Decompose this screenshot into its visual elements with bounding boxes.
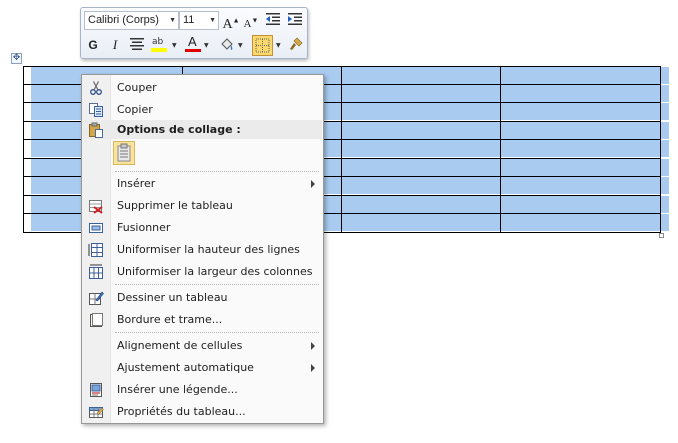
menu-item-label: Fusionner <box>117 221 171 234</box>
menu-item-insert-caption[interactable]: Insérer une légende... <box>84 379 321 400</box>
shrink-font-button[interactable]: A▼ <box>242 11 260 30</box>
font-color-button[interactable]: A <box>184 34 202 54</box>
menu-item-label: Insérer une légende... <box>117 383 238 396</box>
submenu-arrow-icon <box>311 342 315 350</box>
menu-item-label: Supprimer le tableau <box>117 199 233 212</box>
menu-item-label: Ajustement automatique <box>117 361 254 374</box>
increase-indent-button[interactable] <box>286 11 304 29</box>
menu-item-merge[interactable]: Fusionner <box>84 217 321 238</box>
highlight-button[interactable]: ab <box>150 36 168 54</box>
shading-icon <box>221 38 233 50</box>
copy-icon <box>88 102 104 118</box>
end-of-row-markers <box>661 66 669 233</box>
menu-item-insert[interactable]: Insérer <box>84 173 321 194</box>
table-move-handle-icon[interactable]: ✥ <box>11 53 22 64</box>
distribute-columns-icon <box>88 264 104 280</box>
scissors-icon <box>88 80 104 96</box>
grow-font-button[interactable]: A▲ <box>222 11 240 32</box>
menu-item-label: Propriétés du tableau... <box>117 405 246 418</box>
menu-item-delete-table[interactable]: Supprimer le tableau <box>84 195 321 216</box>
menu-item-cut[interactable]: Couper <box>84 77 321 98</box>
format-painter-button[interactable] <box>287 36 305 54</box>
delete-table-icon <box>88 198 104 214</box>
menu-item-label: Insérer <box>117 177 156 190</box>
italic-icon: I <box>112 37 118 52</box>
submenu-arrow-icon <box>311 364 315 372</box>
format-painter-icon <box>290 37 303 50</box>
font-name-value: Calibri (Corps) <box>88 14 159 26</box>
increase-indent-icon <box>288 13 302 25</box>
draw-table-icon <box>88 290 104 306</box>
menu-item-label: Couper <box>117 81 157 94</box>
shrink-font-icon: A▼ <box>243 16 259 30</box>
menu-item-distribute-rows[interactable]: Uniformiser la hauteur des lignes <box>84 239 321 260</box>
menu-item-label: Options de collage : <box>117 123 241 136</box>
paste-keep-formatting-icon <box>117 143 131 162</box>
bold-button[interactable]: G <box>84 36 102 54</box>
chevron-down-icon[interactable]: ▼ <box>276 42 281 49</box>
chevron-down-icon[interactable]: ▼ <box>172 42 177 49</box>
center-align-button[interactable] <box>128 36 146 54</box>
decrease-indent-icon <box>266 13 280 25</box>
table-properties-icon <box>88 404 104 420</box>
column-border[interactable] <box>341 67 342 232</box>
chevron-down-icon[interactable]: ▼ <box>204 42 209 49</box>
italic-button[interactable]: I <box>106 36 124 54</box>
font-color-icon: A <box>185 34 201 52</box>
menu-item-label: Dessiner un tableau <box>117 291 228 304</box>
chevron-down-icon[interactable]: ▼ <box>169 12 176 29</box>
menu-item-label: Copier <box>117 103 153 116</box>
insert-caption-icon <box>88 382 104 398</box>
menu-item-borders-shading[interactable]: Bordure et trame... <box>84 309 321 330</box>
center-align-icon <box>130 38 144 50</box>
distribute-rows-icon <box>88 242 104 258</box>
menu-item-cell-alignment[interactable]: Alignement de cellules <box>84 335 321 356</box>
grow-font-icon: A▲ <box>222 16 240 32</box>
chevron-down-icon[interactable]: ▼ <box>238 42 243 49</box>
chevron-down-icon[interactable]: ▼ <box>209 12 216 29</box>
borders-button[interactable] <box>252 35 273 56</box>
menu-item-label: Uniformiser la hauteur des lignes <box>117 243 300 256</box>
paste-icon <box>88 122 104 138</box>
borders-icon <box>255 38 270 53</box>
bold-icon: G <box>88 38 98 52</box>
table-resize-handle[interactable] <box>659 233 664 238</box>
paste-keep-formatting-button[interactable] <box>113 141 135 165</box>
menu-separator <box>115 332 319 334</box>
menu-item-autofit[interactable]: Ajustement automatique <box>84 357 321 378</box>
borders-shading-icon <box>88 312 104 328</box>
paste-options-header: Options de collage : <box>83 120 322 139</box>
context-menu: Couper Copier Options de collage : Insér… <box>81 74 324 424</box>
menu-item-label: Alignement de cellules <box>117 339 243 352</box>
menu-separator <box>115 284 319 286</box>
menu-item-copy[interactable]: Copier <box>84 99 321 120</box>
menu-item-label: Bordure et trame... <box>117 313 223 326</box>
decrease-indent-button[interactable] <box>264 11 282 29</box>
font-size-combobox[interactable]: 11 ▼ <box>179 11 219 30</box>
menu-item-table-properties[interactable]: Propriétés du tableau... <box>84 401 321 422</box>
merge-cells-icon <box>88 220 104 236</box>
font-size-value: 11 <box>183 14 195 26</box>
menu-item-distribute-columns[interactable]: Uniformiser la largeur des colonnes <box>84 261 321 282</box>
menu-item-label: Uniformiser la largeur des colonnes <box>117 265 313 278</box>
highlight-icon: ab <box>151 36 167 52</box>
column-border[interactable] <box>500 67 501 232</box>
mini-toolbar: Calibri (Corps) ▼ 11 ▼ A▲ A▼ G I ab ▼ A … <box>80 7 308 59</box>
submenu-arrow-icon <box>311 180 315 188</box>
menu-item-draw-table[interactable]: Dessiner un tableau <box>84 287 321 308</box>
shading-button[interactable] <box>218 36 236 54</box>
font-name-combobox[interactable]: Calibri (Corps) ▼ <box>84 11 179 30</box>
